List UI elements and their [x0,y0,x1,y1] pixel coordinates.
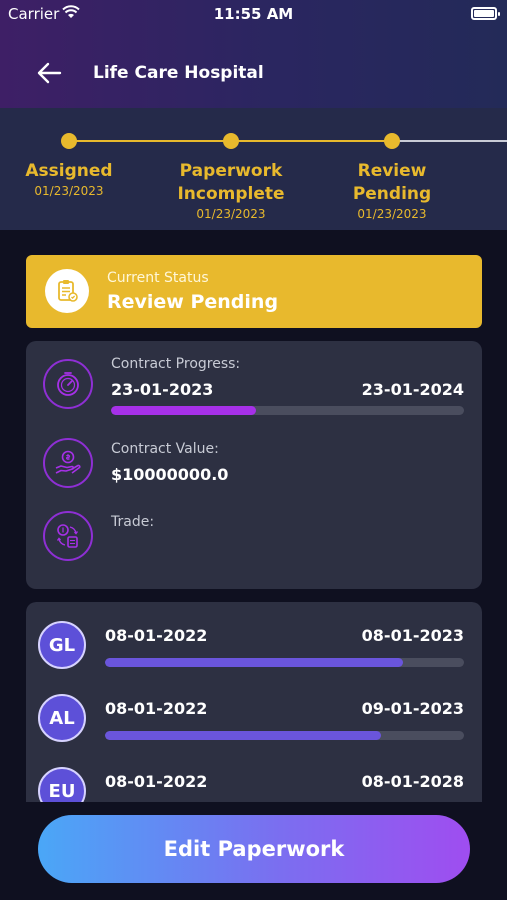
step-date-review-pending: 01/23/2023 [357,207,427,221]
stepper-track-remaining [392,140,507,142]
coverage-end-date: 08-01-2028 [361,772,464,791]
step-label-assigned: Assigned [25,161,113,181]
coverage-start-date: 08-01-2022 [105,626,208,645]
coverage-card: GL 08-01-2022 08-01-2023 AL 08-01-2022 0… [26,602,482,802]
coverage-progress-fill [105,658,403,667]
step-date-paperwork-incomplete: 01/23/2023 [196,207,266,221]
contract-progress-fill [111,406,256,415]
current-status-banner: Current Status Review Pending [26,255,482,328]
step-label-paperwork-incomplete: Paperwork Incomplete [177,161,285,204]
timer-icon [43,359,93,409]
coverage-progress-bar [105,658,464,667]
battery-icon [471,7,500,20]
coverage-progress-bar [105,731,464,740]
clock: 11:55 AM [213,5,294,23]
contract-start-date: 23-01-2023 [111,380,214,399]
back-arrow-icon[interactable] [36,60,62,86]
step-dot-review-pending [384,133,400,149]
status-bar: Carrier 11:55 AM [0,0,507,28]
coverage-end-date: 09-01-2023 [361,699,464,718]
coverage-avatar-gl: GL [38,621,86,669]
contract-progress-label: Contract Progress: [111,356,241,372]
current-status-label: Current Status [107,270,209,286]
document-icon [45,269,89,313]
coverage-avatar-eu: EU [38,767,86,802]
contract-card: Contract Progress: 23-01-2023 23-01-2024… [26,341,482,589]
step-label-review-pending: Review Pending [352,161,432,204]
contract-progress-bar [111,406,464,415]
step-dot-assigned [61,133,77,149]
coverage-list[interactable]: GL 08-01-2022 08-01-2023 AL 08-01-2022 0… [26,602,482,802]
contract-value-label: Contract Value: [111,441,219,457]
trade-exchange-icon [43,511,93,561]
money-hand-icon [43,438,93,488]
page-title: Life Care Hospital [93,63,264,83]
edit-paperwork-button[interactable]: Edit Paperwork [38,815,470,883]
contract-end-date: 23-01-2024 [361,380,464,399]
contract-value: $10000000.0 [111,465,229,484]
step-dot-paperwork-incomplete [223,133,239,149]
trade-label: Trade: [111,514,155,530]
coverage-end-date: 08-01-2023 [361,626,464,645]
coverage-avatar-al: AL [38,694,86,742]
current-status-value: Review Pending [107,291,279,313]
coverage-start-date: 08-01-2022 [105,772,208,791]
coverage-start-date: 08-01-2022 [105,699,208,718]
step-date-assigned: 01/23/2023 [34,184,104,198]
coverage-progress-fill [105,731,382,740]
